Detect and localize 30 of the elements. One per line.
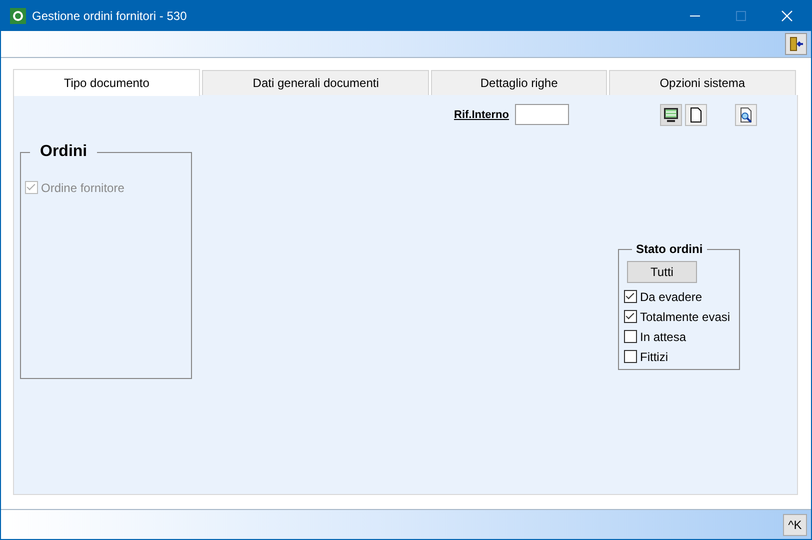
new-document-button[interactable] — [685, 104, 707, 126]
rif-interno-field[interactable] — [515, 104, 569, 125]
search-icon — [738, 106, 754, 122]
window-title: Gestione ordini fornitori - 530 — [32, 8, 187, 22]
tab[interactable]: Tipo documento — [13, 69, 200, 96]
tutti-button[interactable]: Tutti — [627, 261, 697, 283]
status-checkbox[interactable]: Totalmente evasi — [624, 308, 730, 325]
search-document-button[interactable] — [735, 104, 757, 126]
app-logo-icon — [10, 8, 26, 24]
checkbox[interactable] — [624, 330, 637, 343]
checkbox[interactable] — [624, 310, 637, 323]
exit-button[interactable] — [785, 33, 807, 55]
group-title: Ordini — [39, 143, 88, 161]
tab[interactable]: Dati generali documenti — [202, 70, 430, 95]
status-checkbox[interactable]: Fittizi — [624, 348, 668, 365]
status-checkbox[interactable]: In attesa — [624, 328, 686, 345]
tab[interactable]: Dettaglio righe — [431, 70, 607, 95]
tab[interactable]: Opzioni sistema — [608, 70, 796, 95]
close-icon[interactable] — [781, 10, 793, 22]
door-arrow-icon — [788, 36, 804, 52]
screen-button[interactable] — [660, 104, 682, 126]
shortcut-button[interactable]: ^K — [783, 514, 807, 536]
maximize-icon — [735, 10, 747, 22]
rif-interno-link[interactable]: Rif.Interno — [454, 108, 509, 120]
group-title: Stato ordini — [635, 242, 704, 256]
document-icon — [689, 106, 703, 122]
checkbox[interactable] — [624, 290, 637, 303]
monitor-icon — [663, 106, 679, 122]
status-checkbox[interactable]: Da evadere — [624, 288, 702, 305]
checkbox[interactable] — [624, 350, 637, 363]
